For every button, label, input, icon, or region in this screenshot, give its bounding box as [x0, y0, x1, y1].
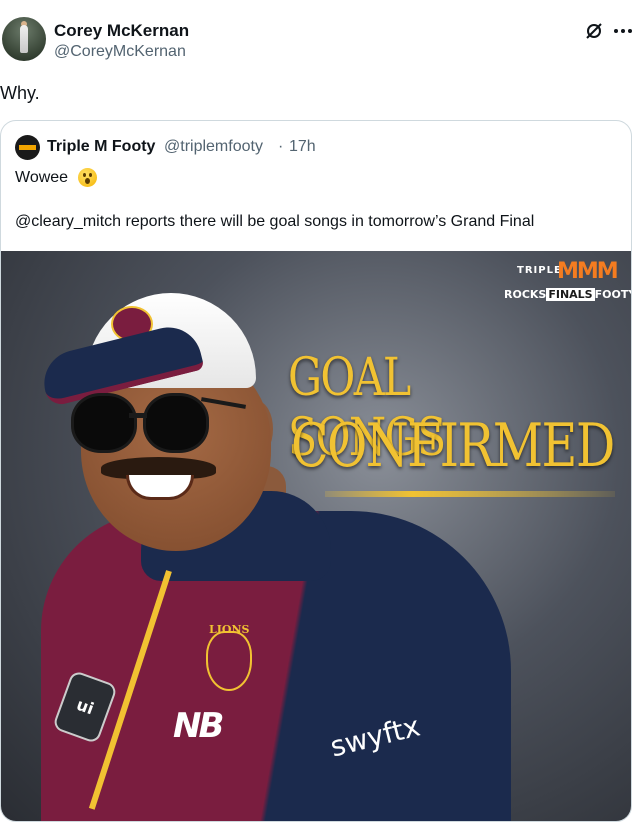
- tweet-author-avatar[interactable]: [2, 17, 46, 61]
- brand-subtitle: ROCKSFINALSFOOTY: [504, 288, 631, 301]
- emoji-eye: [83, 173, 86, 177]
- emoji-eye: [89, 173, 92, 177]
- brand-sub-right: FOOTY: [594, 288, 631, 301]
- grok-icon[interactable]: [584, 21, 604, 41]
- quoted-tweet-card[interactable]: Triple M Footy @triplemfooty · 17h Wowee…: [0, 120, 632, 822]
- lions-chest-logo-icon: [206, 631, 252, 691]
- tweet-author-name[interactable]: Corey McKernan: [54, 21, 189, 41]
- quoted-text-line-2: @cleary_mitch reports there will be goal…: [15, 213, 535, 230]
- more-options-icon[interactable]: [612, 21, 634, 41]
- astonished-face-emoji-icon: [78, 168, 97, 187]
- brand-mmm-logo: MMM: [557, 259, 619, 284]
- brand-triple: TRIPLE: [517, 265, 562, 276]
- tweet-author-handle[interactable]: @CoreyMcKernan: [54, 43, 186, 61]
- sunglasses-bridge: [129, 413, 147, 418]
- quoted-media-image[interactable]: TRIPLE MMM ROCKSFINALSFOOTY LIONS NB ui …: [1, 251, 631, 821]
- new-balance-logo-icon: NB: [173, 706, 224, 746]
- quoted-author-handle[interactable]: @triplemfooty: [164, 138, 263, 156]
- brand-sub-box: FINALS: [546, 288, 595, 301]
- quoted-text-line-1: Wowee: [15, 169, 69, 186]
- avatar-figure: [20, 25, 28, 53]
- tweet-text: Why.: [0, 83, 40, 103]
- quoted-author-name[interactable]: Triple M Footy: [47, 138, 155, 156]
- quoted-timestamp[interactable]: 17h: [289, 138, 316, 156]
- brand-sub-left: ROCKS: [504, 288, 547, 301]
- headline-line-2: CONFIRMED: [291, 411, 615, 481]
- avatar-logo-stripe: [19, 145, 36, 150]
- quoted-separator: ·: [278, 138, 284, 155]
- chest-logo-text: LIONS: [209, 623, 250, 636]
- quoted-author-avatar[interactable]: [15, 135, 40, 160]
- emoji-mouth: [85, 178, 90, 184]
- sunglasses-lens-right: [143, 393, 209, 453]
- sunglasses-lens-left: [71, 393, 137, 453]
- headline-underline: [325, 491, 615, 497]
